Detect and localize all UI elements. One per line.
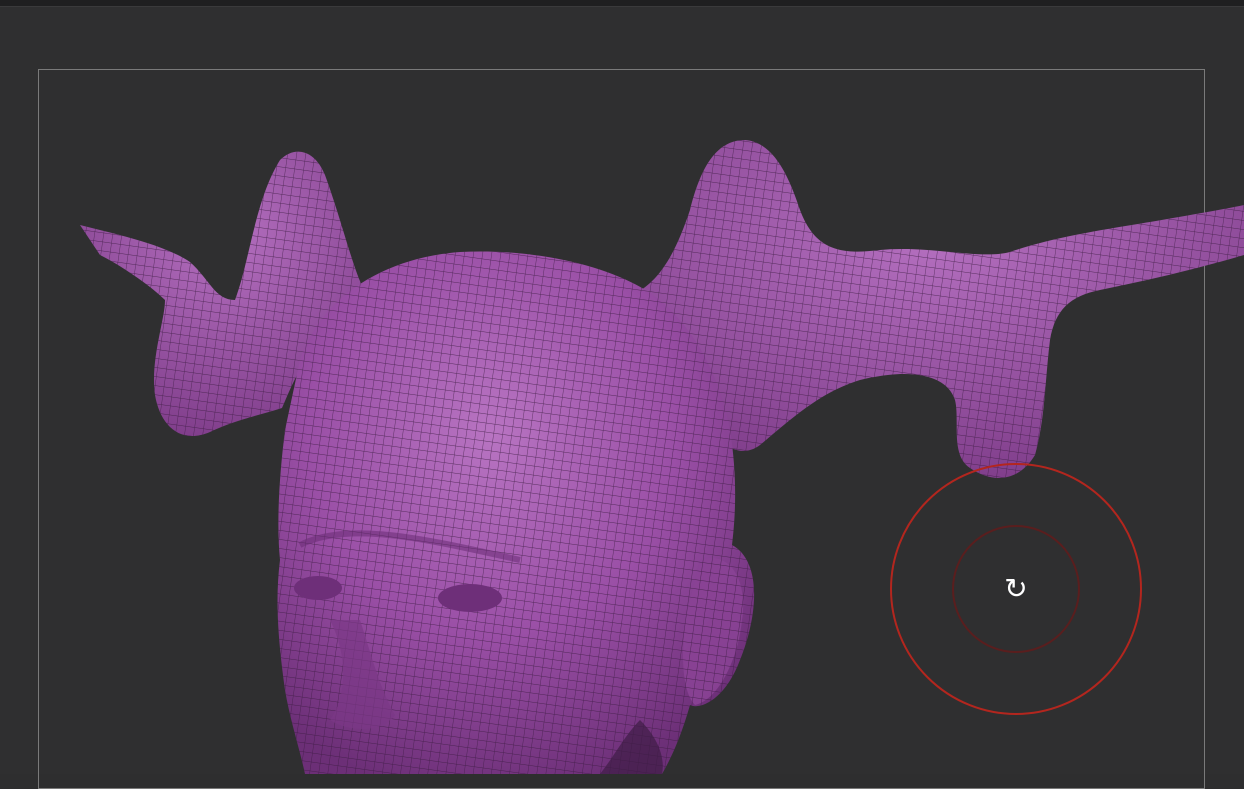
- left-eye: [294, 576, 342, 600]
- scene-canvas[interactable]: ↻: [0, 0, 1244, 774]
- demon-head-mesh: [80, 140, 1244, 774]
- brush-cursor[interactable]: ↻: [890, 463, 1142, 715]
- rotate-icon: ↻: [1004, 572, 1027, 605]
- head: [277, 251, 755, 774]
- right-eye: [438, 584, 502, 612]
